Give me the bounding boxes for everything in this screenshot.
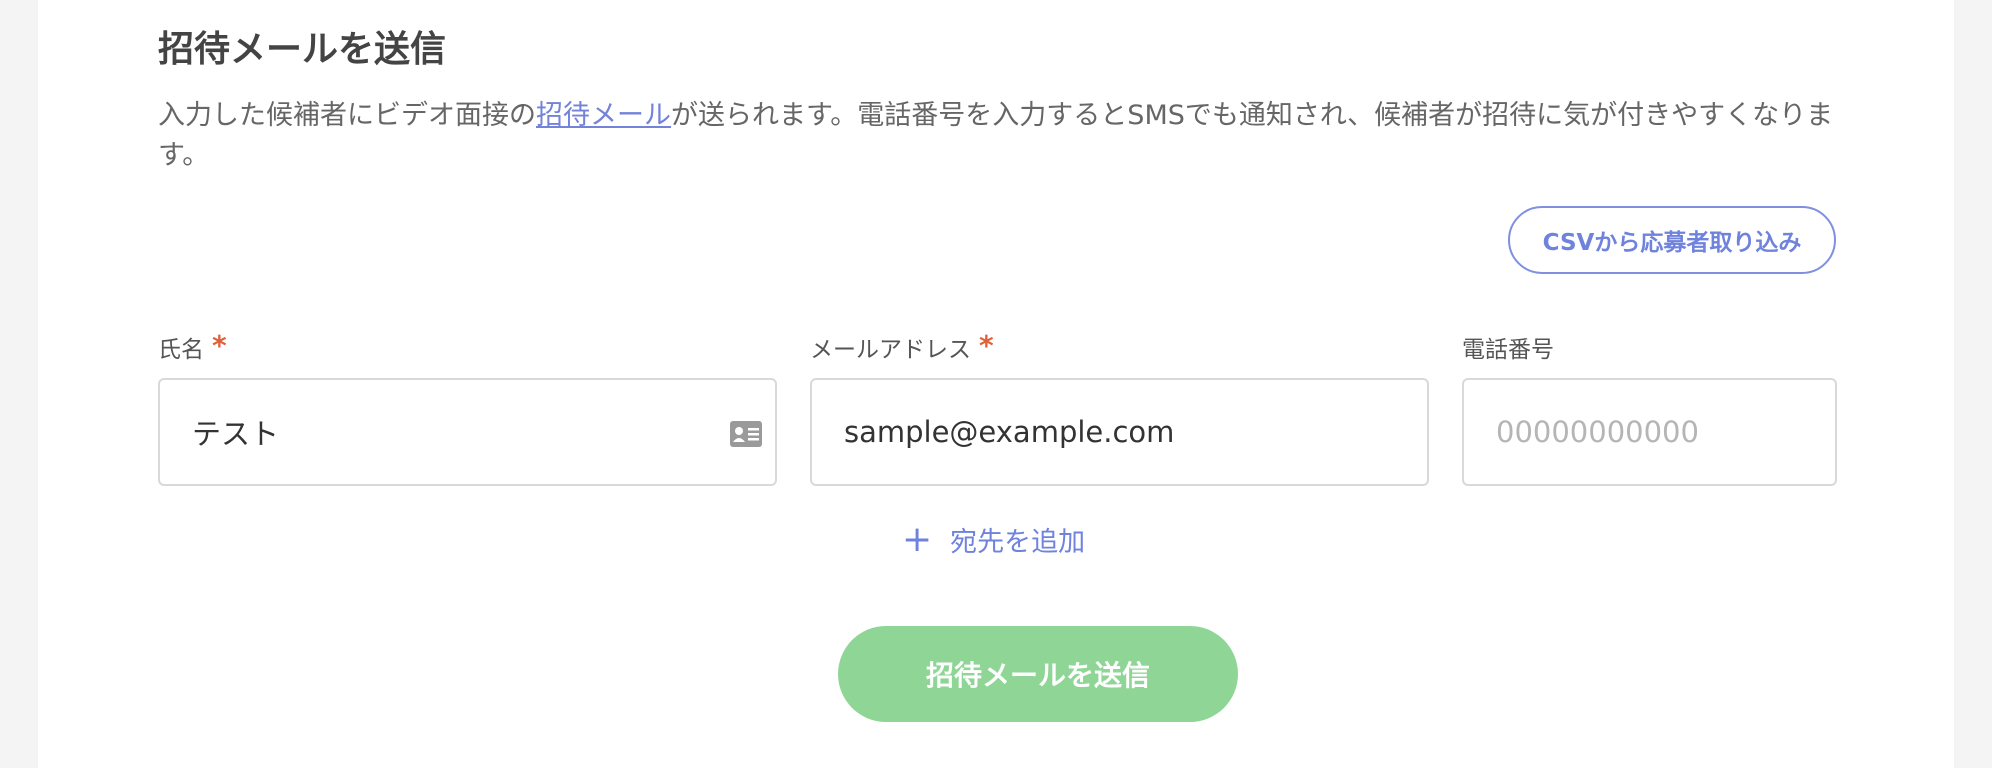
- email-input[interactable]: sample@example.com: [810, 378, 1429, 486]
- invite-mail-link[interactable]: 招待メール: [536, 100, 671, 131]
- id-card-icon[interactable]: [729, 420, 763, 448]
- send-invite-button[interactable]: 招待メールを送信: [838, 626, 1238, 722]
- section-description: 入力した候補者にビデオ面接の招待メールが送られます。電話番号を入力するとSMSで…: [158, 96, 1839, 176]
- email-input-value: sample@example.com: [844, 415, 1175, 449]
- phone-label: 電話番号: [1462, 330, 1554, 364]
- description-text-before: 入力した候補者にビデオ面接の: [158, 100, 536, 131]
- add-destination-label: 宛先を追加: [950, 527, 1086, 558]
- phone-label-text: 電話番号: [1462, 337, 1554, 363]
- email-label: メールアドレス *: [810, 328, 994, 364]
- email-label-text: メールアドレス: [810, 337, 971, 363]
- phone-input-placeholder: 00000000000: [1496, 415, 1699, 449]
- add-destination-button[interactable]: + 宛先を追加: [902, 520, 1085, 559]
- plus-icon: +: [902, 518, 933, 560]
- name-input[interactable]: テスト: [158, 378, 777, 486]
- invite-card: 招待メールを送信 入力した候補者にビデオ面接の招待メールが送られます。電話番号を…: [38, 0, 1954, 768]
- phone-input[interactable]: 00000000000: [1462, 378, 1837, 486]
- name-label-text: 氏名: [158, 337, 204, 363]
- section-title: 招待メールを送信: [158, 29, 447, 70]
- name-input-value: テスト: [192, 417, 280, 451]
- name-label: 氏名 *: [158, 328, 227, 364]
- csv-import-button[interactable]: CSVから応募者取り込み: [1508, 206, 1836, 274]
- required-mark: *: [212, 328, 227, 362]
- required-mark: *: [979, 328, 994, 362]
